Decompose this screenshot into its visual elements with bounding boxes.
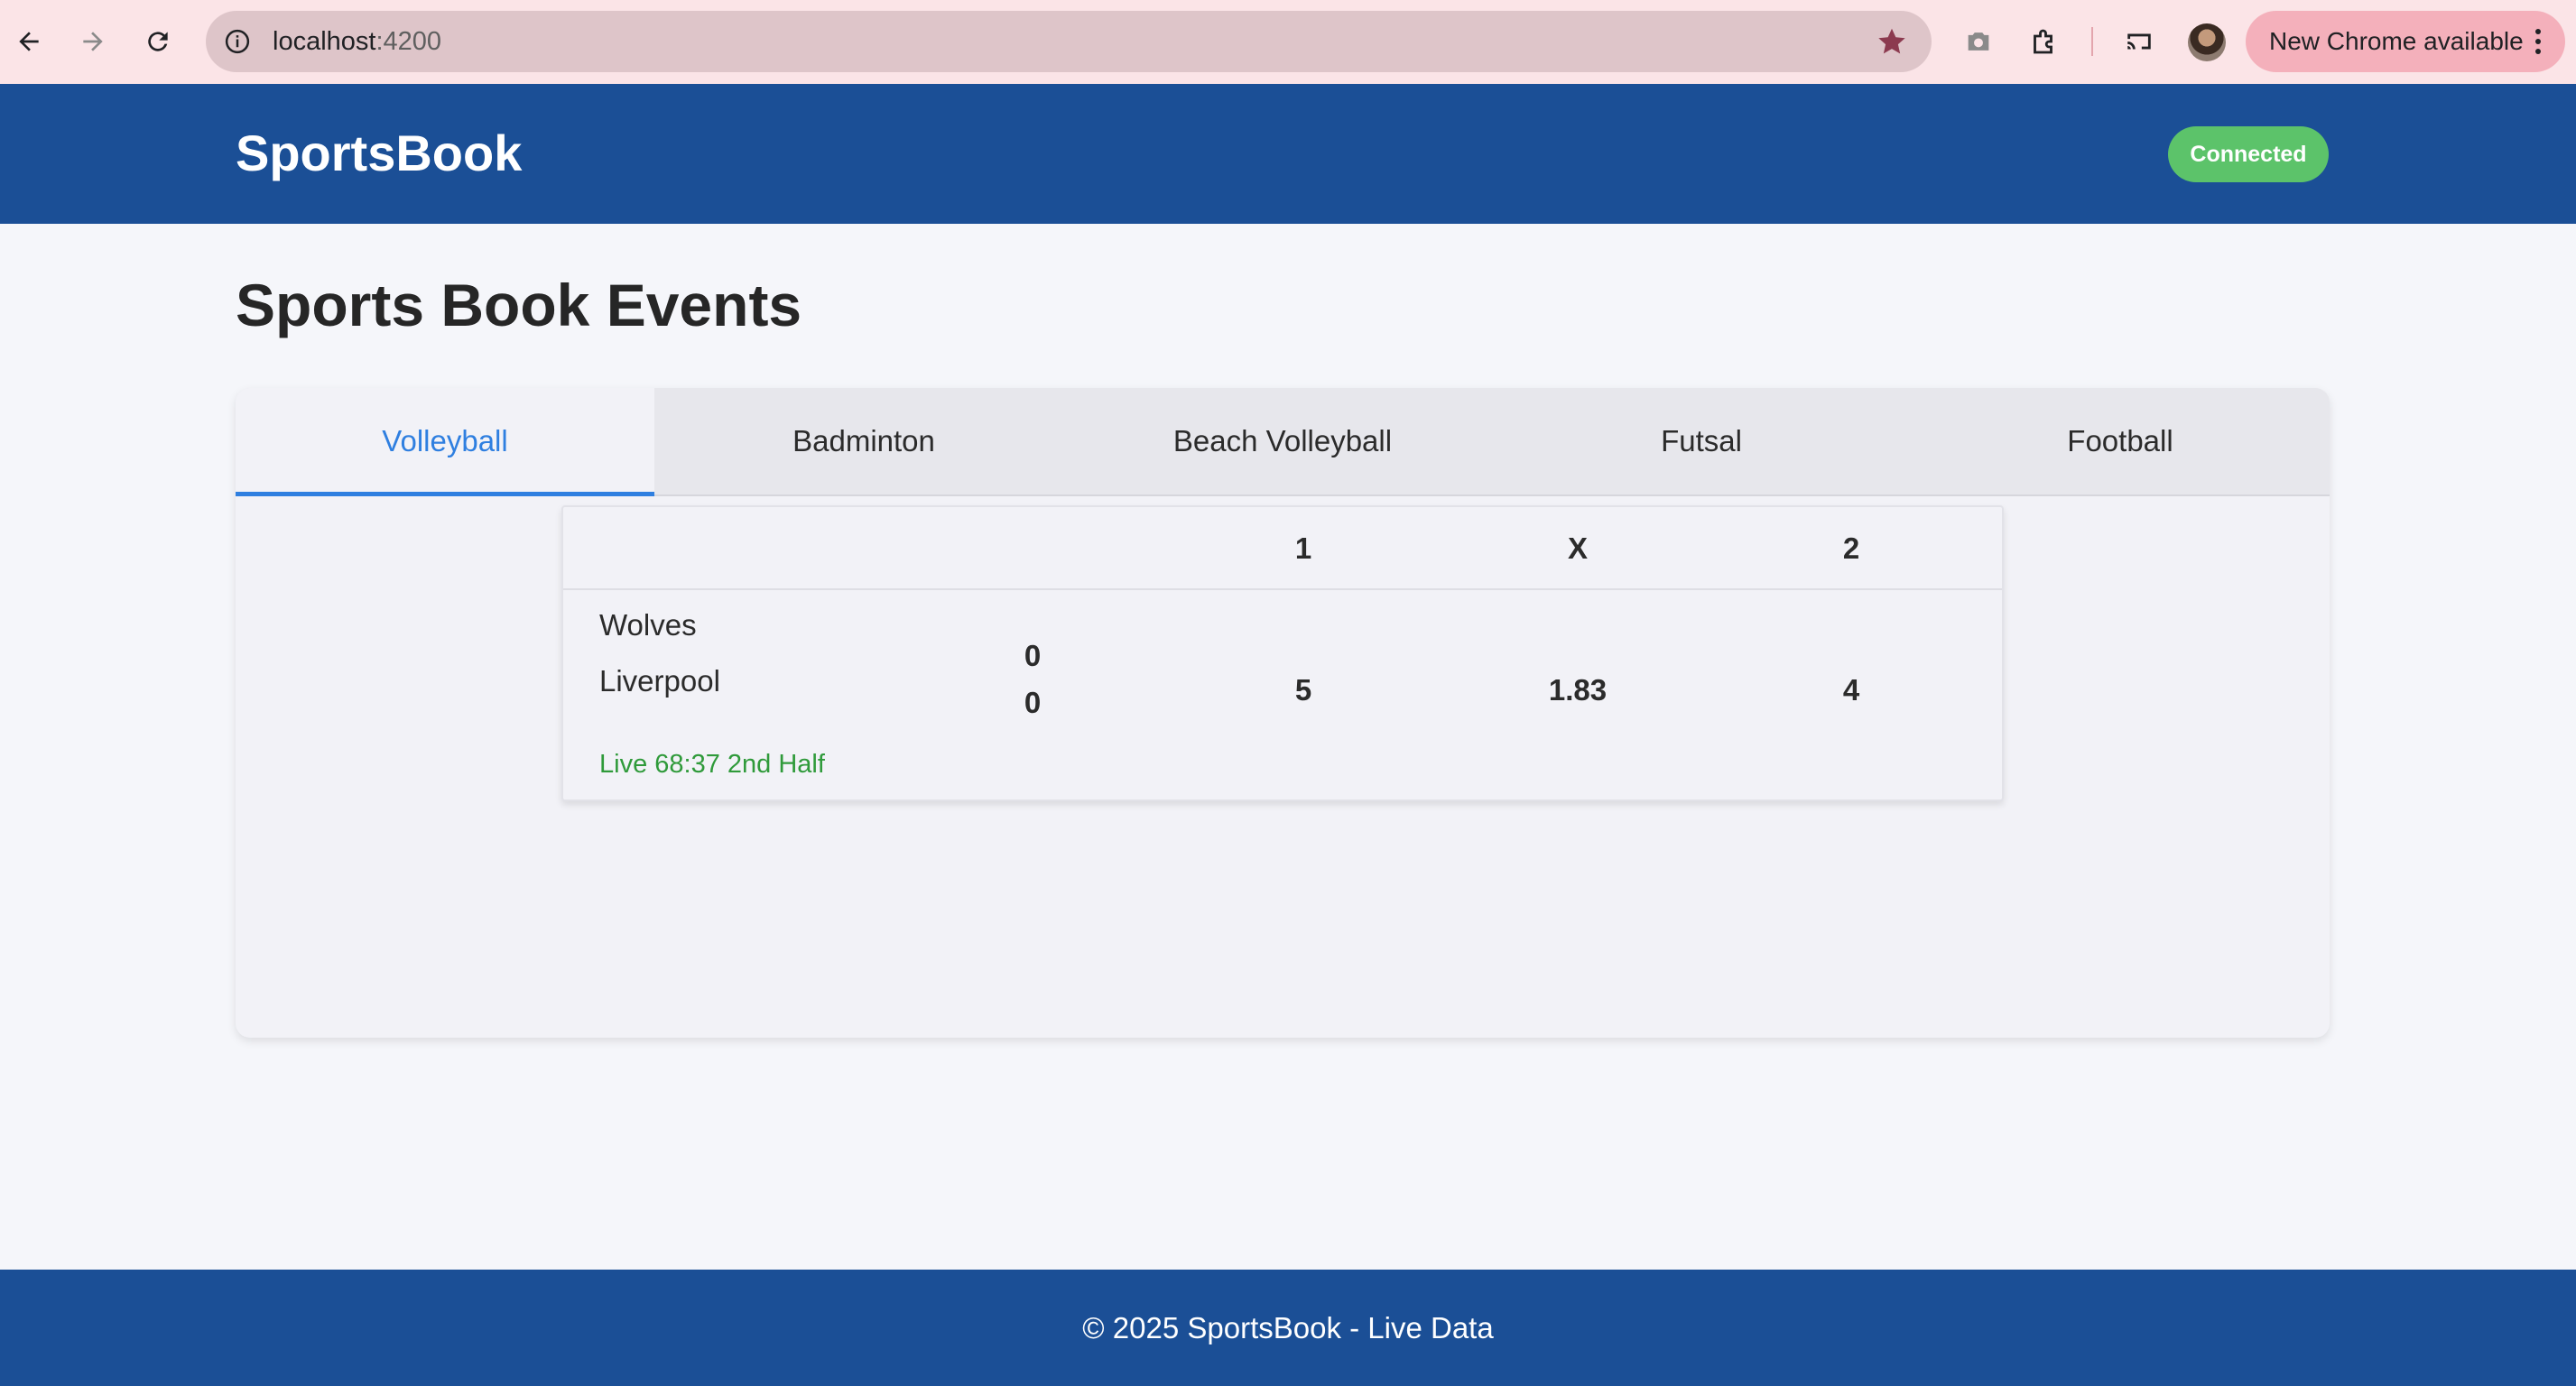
bookmark-star-icon[interactable] xyxy=(1876,25,1908,58)
update-chip-label: New Chrome available xyxy=(2269,27,2524,55)
url-port: :4200 xyxy=(375,27,442,56)
brand-logo[interactable]: SportsBook xyxy=(236,124,522,182)
sport-tabs: Volleyball Badminton Beach Volleyball Fu… xyxy=(236,388,2330,496)
camera-icon[interactable] xyxy=(1959,22,1998,61)
reload-icon xyxy=(148,32,168,51)
browser-toolbar: localhost:4200 New Chrome available xyxy=(0,0,2576,84)
profile-avatar[interactable] xyxy=(2188,23,2226,61)
arrow-right-icon xyxy=(83,32,103,51)
tab-badminton[interactable]: Badminton xyxy=(654,388,1073,494)
address-bar[interactable]: localhost:4200 xyxy=(206,11,1932,72)
odd-draw[interactable]: 1.83 xyxy=(1524,673,1632,707)
reload-button[interactable] xyxy=(133,16,183,67)
url-text: localhost:4200 xyxy=(273,11,441,72)
col-header-draw: X xyxy=(1567,531,1588,565)
events-panel: Volleyball Badminton Beach Volleyball Fu… xyxy=(236,388,2330,1038)
away-team: Liverpool xyxy=(599,664,720,698)
update-chrome-button[interactable]: New Chrome available xyxy=(2246,11,2565,72)
odds-table-header: 1 X 2 xyxy=(563,507,2002,590)
tab-football[interactable]: Football xyxy=(1911,388,2330,494)
away-score: 0 xyxy=(1024,686,1042,719)
url-host: localhost xyxy=(273,27,376,56)
tab-volleyball[interactable]: Volleyball xyxy=(236,388,654,496)
arrow-left-icon xyxy=(19,32,39,51)
footer-text: © 2025 SportsBook - Live Data xyxy=(1082,1311,1494,1344)
app-header: SportsBook Connected xyxy=(0,84,2576,224)
toolbar-separator xyxy=(2091,27,2093,56)
forward-button[interactable] xyxy=(68,16,118,67)
extensions-icon[interactable] xyxy=(2025,22,2064,61)
live-status: Live 68:37 2nd Half xyxy=(599,750,825,779)
home-score: 0 xyxy=(1024,639,1042,672)
col-header-away: 2 xyxy=(1842,531,1860,565)
tab-futsal[interactable]: Futsal xyxy=(1492,388,1911,494)
home-team: Wolves xyxy=(599,608,697,642)
odd-away[interactable]: 4 xyxy=(1797,673,1905,707)
cast-icon[interactable] xyxy=(2119,22,2159,61)
odd-home[interactable]: 5 xyxy=(1249,673,1357,707)
footer: © 2025 SportsBook - Live Data xyxy=(0,1270,2576,1386)
back-button[interactable] xyxy=(4,16,54,67)
site-info-icon[interactable] xyxy=(222,26,253,57)
connection-status-badge: Connected xyxy=(2168,126,2329,182)
event-row[interactable]: Wolves Liverpool Live 68:37 2nd Half 0 0… xyxy=(563,592,2002,799)
more-vert-icon xyxy=(2535,29,2541,54)
tab-beach-volleyball[interactable]: Beach Volleyball xyxy=(1073,388,1492,494)
page-title: Sports Book Events xyxy=(236,272,802,338)
col-header-home: 1 xyxy=(1294,531,1312,565)
odds-table: 1 X 2 Wolves Liverpool Live 68:37 2nd Ha… xyxy=(561,505,2004,801)
